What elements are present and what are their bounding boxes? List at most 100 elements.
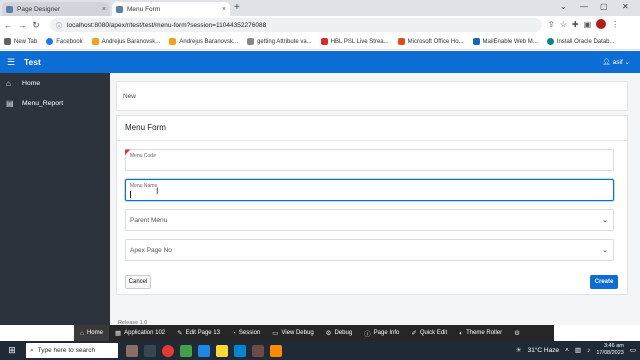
facebook-icon bbox=[46, 38, 54, 45]
home-icon: ⌂ bbox=[80, 329, 84, 337]
bookmark-item[interactable]: Install Oracle Datab... bbox=[546, 38, 615, 45]
app-icon[interactable] bbox=[270, 344, 282, 357]
app-title[interactable]: Test bbox=[24, 57, 41, 67]
close-tab-icon[interactable]: × bbox=[102, 6, 106, 13]
tab-label: Page Designer bbox=[17, 5, 60, 13]
back-icon[interactable]: ← bbox=[2, 20, 14, 30]
menu-kebab-icon[interactable]: ⋮ bbox=[611, 20, 619, 29]
app-thumbnail-icon[interactable] bbox=[126, 344, 138, 357]
notifications-icon[interactable]: ▭ bbox=[630, 346, 636, 354]
clock-time: 3:46 am bbox=[603, 343, 624, 349]
parent-menu-placeholder: Parent Menu bbox=[130, 217, 168, 224]
browser-tab-bar: Page Designer × Menu Form × + ⌄ — ▢ ✕ bbox=[0, 0, 640, 16]
bookmark-item[interactable]: HBL PSL Live Strea... bbox=[320, 38, 389, 45]
devbar-settings[interactable]: ⚙ bbox=[508, 325, 526, 341]
tab-menu-form[interactable]: Menu Form × bbox=[112, 2, 230, 16]
breadcrumb-label: New bbox=[123, 92, 137, 100]
address-bar-row: ← → ↻ ⓘ localhost:8080/apex/r/test/test/… bbox=[0, 16, 640, 34]
edge-icon[interactable] bbox=[198, 344, 210, 357]
report-icon: ▤ bbox=[6, 98, 14, 108]
edit-icon: ✎ bbox=[177, 330, 183, 337]
search-icon: ⌕ bbox=[30, 346, 34, 354]
bookmark-item[interactable]: MailEnable Web M... bbox=[472, 38, 538, 45]
chevron-down-icon: ⌄ bbox=[624, 59, 630, 66]
url-field[interactable]: ⓘ localhost:8080/apex/r/test/test/menu-f… bbox=[50, 18, 542, 32]
bookmark-item[interactable]: Andrejus Baranovsk... bbox=[91, 38, 160, 45]
reload-icon[interactable]: ↻ bbox=[30, 20, 42, 31]
chrome-icon[interactable] bbox=[162, 344, 174, 357]
bookmark-item[interactable]: getting Attribute va... bbox=[247, 38, 312, 45]
cancel-button[interactable]: Cancel bbox=[125, 275, 151, 289]
sidebar: ⌂ Home ▤ Menu_Report bbox=[0, 73, 110, 325]
chevron-up-icon[interactable]: ˄ bbox=[565, 347, 569, 354]
divider bbox=[117, 140, 627, 141]
parent-menu-select[interactable]: Parent Menu ⌄ bbox=[125, 209, 614, 231]
blogger-icon bbox=[91, 38, 99, 45]
speaker-icon[interactable]: ♪ bbox=[587, 347, 590, 354]
form-region: Menu Form ◤ Menu Code Menu Name I Parent… bbox=[116, 115, 628, 295]
task-view-icon[interactable] bbox=[144, 344, 156, 357]
devbar-page-info[interactable]: ⓘ Page Info bbox=[358, 325, 405, 341]
app-icon[interactable] bbox=[234, 344, 246, 357]
bookmark-item[interactable]: Microsoft Office Ho... bbox=[397, 38, 464, 45]
minimize-icon[interactable]: — bbox=[580, 2, 588, 11]
devbar-debug[interactable]: ⚙ Debug bbox=[320, 325, 359, 341]
windows-start-icon[interactable]: ⊞ bbox=[4, 345, 20, 356]
sidebar-toggle-icon[interactable]: ▣ bbox=[584, 20, 592, 29]
devbar-home[interactable]: ⌂ Home bbox=[74, 325, 109, 341]
taskbar-search[interactable]: ⌕ Type here to search bbox=[26, 343, 118, 358]
menu-code-label: Menu Code bbox=[130, 153, 156, 159]
url-text: localhost:8080/apex/r/test/test/menu-for… bbox=[67, 21, 267, 29]
bookmark-item[interactable]: New Tab bbox=[4, 38, 37, 45]
app-icon[interactable] bbox=[180, 344, 192, 357]
clock[interactable]: 3:46 am 17/08/2023 bbox=[596, 343, 624, 357]
profile-avatar[interactable] bbox=[596, 19, 607, 29]
apex-favicon-icon bbox=[6, 5, 13, 13]
close-tab-icon[interactable]: × bbox=[222, 6, 226, 13]
sidebar-item-home[interactable]: ⌂ Home bbox=[0, 73, 110, 93]
close-window-icon[interactable]: ✕ bbox=[622, 2, 629, 11]
create-button[interactable]: Create bbox=[590, 275, 618, 289]
bookmark-item[interactable]: Facebook bbox=[46, 38, 83, 45]
star-icon[interactable]: ☆ bbox=[560, 20, 567, 29]
user-name: asif bbox=[612, 59, 623, 66]
devbar-theme-roller[interactable]: ◐ Theme Roller bbox=[453, 325, 508, 341]
new-tab-button[interactable]: + bbox=[234, 2, 240, 13]
oracle-icon bbox=[546, 38, 554, 45]
network-icon[interactable]: ▥ bbox=[575, 346, 581, 354]
menu-name-field[interactable]: Menu Name I bbox=[125, 179, 614, 201]
info-icon[interactable]: ⓘ bbox=[56, 21, 62, 30]
folder-icon[interactable] bbox=[216, 344, 228, 357]
apex-page-no-select[interactable]: Apex Page No ⌄ bbox=[125, 239, 614, 261]
apex-page-no-placeholder: Apex Page No bbox=[130, 247, 172, 254]
devbar-edit-page[interactable]: ✎ Edit Page 13 bbox=[171, 325, 226, 341]
hamburger-menu-icon[interactable]: ☰ bbox=[2, 57, 20, 68]
maximize-icon[interactable]: ▢ bbox=[600, 2, 608, 11]
user-menu[interactable]: 👤︎ asif ⌄ bbox=[603, 58, 630, 66]
forward-icon[interactable]: → bbox=[16, 20, 28, 30]
mouse-cursor-icon: I bbox=[156, 186, 159, 196]
app-icon[interactable] bbox=[252, 344, 264, 357]
tab-page-designer[interactable]: Page Designer × bbox=[2, 2, 110, 16]
office-icon bbox=[397, 38, 405, 45]
devbar-application[interactable]: ▦ Application 102 bbox=[109, 325, 171, 341]
menu-code-field[interactable]: ◤ Menu Code bbox=[125, 149, 614, 171]
devbar-quick-edit[interactable]: ✐ Quick Edit bbox=[405, 325, 453, 341]
share-icon[interactable]: ⇪ bbox=[548, 20, 555, 29]
devbar-session[interactable]: ◔ Session bbox=[226, 325, 266, 341]
tab-label: Menu Form bbox=[127, 5, 161, 13]
weather-label[interactable]: 31°C Haze bbox=[528, 347, 560, 354]
main-content: New Menu Form ◤ Menu Code Menu Name I Pa… bbox=[110, 73, 640, 326]
sidebar-item-label: Menu_Report bbox=[22, 99, 64, 107]
developer-toolbar: ⌂ Home ▦ Application 102 ✎ Edit Page 13 ◔ Se… bbox=[74, 325, 554, 341]
region-title: Menu Form bbox=[125, 123, 166, 132]
chevron-down-icon[interactable]: ⌄ bbox=[560, 2, 567, 11]
search-placeholder: Type here to search bbox=[37, 347, 96, 354]
taskbar-apps bbox=[126, 344, 282, 357]
bookmark-icon bbox=[247, 38, 255, 45]
extensions-icon[interactable]: ✚ bbox=[572, 20, 579, 29]
bookmark-icon bbox=[320, 38, 328, 45]
sidebar-item-menu-report[interactable]: ▤ Menu_Report bbox=[0, 93, 110, 113]
bookmark-item[interactable]: Andrejus Baranovsk... bbox=[169, 38, 238, 45]
devbar-view-debug[interactable]: ▭ View Debug bbox=[266, 325, 319, 341]
